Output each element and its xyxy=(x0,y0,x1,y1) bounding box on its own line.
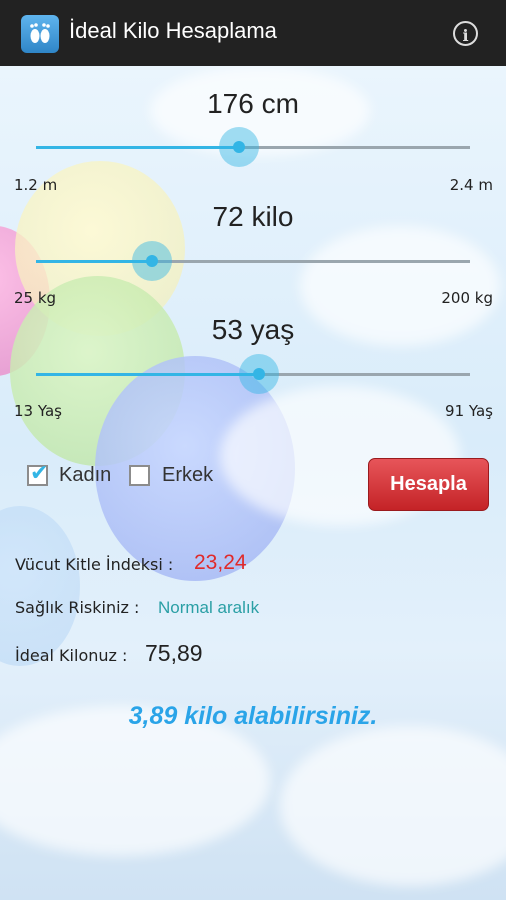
age-min-label: 13 Yaş xyxy=(14,402,62,420)
height-slider-thumb[interactable] xyxy=(218,127,259,167)
risk-label: Sağlık Riskiniz : xyxy=(15,598,140,617)
weight-slider[interactable] xyxy=(36,241,470,281)
app-title: İdeal Kilo Hesaplama xyxy=(69,18,277,43)
calculate-button[interactable]: Hesapla xyxy=(368,458,489,511)
checkmark-icon: ✔ xyxy=(30,461,49,486)
bmi-label: Vücut Kitle İndeksi : xyxy=(15,555,174,574)
ideal-weight-label: İdeal Kilonuz : xyxy=(15,646,128,665)
age-value: 53 yaş xyxy=(211,314,295,345)
height-value: 176 cm xyxy=(207,88,299,119)
footprints-icon xyxy=(21,15,59,53)
ideal-weight-value: 75,89 xyxy=(145,640,203,666)
height-slider-fill xyxy=(36,146,239,149)
bmi-value: 23,24 xyxy=(194,551,247,574)
height-min-label: 1.2 m xyxy=(14,176,58,194)
info-icon[interactable]: i xyxy=(453,21,478,46)
height-max-label: 2.4 m xyxy=(449,176,493,194)
male-label[interactable]: Erkek xyxy=(162,464,213,487)
age-slider-fill xyxy=(36,373,259,376)
main-content: 176 cm 1.2 m 2.4 m 72 kilo 25 kg 200 kg … xyxy=(0,66,506,900)
age-slider-thumb[interactable] xyxy=(238,354,279,394)
female-label[interactable]: Kadın xyxy=(59,464,111,487)
weight-value: 72 kilo xyxy=(212,201,294,232)
age-slider[interactable] xyxy=(36,354,470,394)
summary-message: 3,89 kilo alabilirsiniz. xyxy=(128,702,378,730)
height-slider[interactable] xyxy=(36,127,470,167)
female-checkbox[interactable]: ✔ xyxy=(27,461,49,486)
weight-max-label: 200 kg xyxy=(441,289,493,307)
age-max-label: 91 Yaş xyxy=(445,402,493,420)
action-bar: İdeal Kilo Hesaplama i xyxy=(0,0,506,66)
risk-value: Normal aralık xyxy=(158,598,260,617)
weight-slider-thumb[interactable] xyxy=(132,241,173,281)
male-checkbox[interactable]: ✔ xyxy=(129,465,150,486)
weight-min-label: 25 kg xyxy=(14,289,57,307)
